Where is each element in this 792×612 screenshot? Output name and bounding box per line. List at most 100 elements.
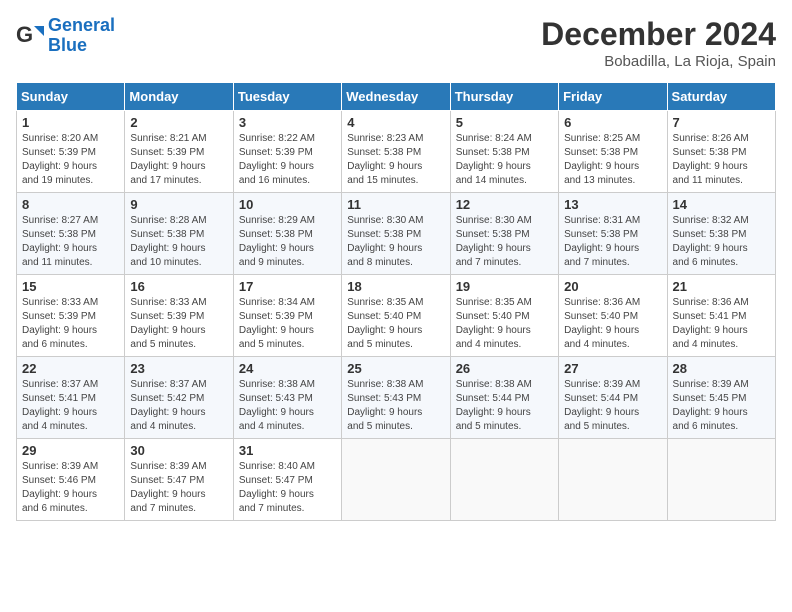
title-block: December 2024 Bobadilla, La Rioja, Spain xyxy=(541,16,776,70)
cell-content: Sunrise: 8:35 AMSunset: 5:40 PMDaylight:… xyxy=(456,296,553,352)
cell-content: Sunrise: 8:39 AMSunset: 5:44 PMDaylight:… xyxy=(564,378,661,434)
calendar-header-row: Sunday Monday Tuesday Wednesday Thursday… xyxy=(17,83,776,111)
table-row: 6 Sunrise: 8:25 AMSunset: 5:38 PMDayligh… xyxy=(559,111,667,193)
cell-content: Sunrise: 8:25 AMSunset: 5:38 PMDaylight:… xyxy=(564,132,661,188)
cell-content: Sunrise: 8:40 AMSunset: 5:47 PMDaylight:… xyxy=(239,460,336,516)
cell-content: Sunrise: 8:37 AMSunset: 5:41 PMDaylight:… xyxy=(22,378,119,434)
logo: G General Blue xyxy=(16,16,115,56)
table-row xyxy=(450,439,558,521)
cell-content: Sunrise: 8:20 AMSunset: 5:39 PMDaylight:… xyxy=(22,132,119,188)
day-number: 9 xyxy=(130,197,227,212)
day-number: 23 xyxy=(130,361,227,376)
day-number: 5 xyxy=(456,115,553,130)
logo-icon: G xyxy=(16,22,44,50)
day-number: 25 xyxy=(347,361,444,376)
table-row xyxy=(342,439,450,521)
cell-content: Sunrise: 8:24 AMSunset: 5:38 PMDaylight:… xyxy=(456,132,553,188)
cell-content: Sunrise: 8:34 AMSunset: 5:39 PMDaylight:… xyxy=(239,296,336,352)
cell-content: Sunrise: 8:23 AMSunset: 5:38 PMDaylight:… xyxy=(347,132,444,188)
day-number: 1 xyxy=(22,115,119,130)
table-row: 17 Sunrise: 8:34 AMSunset: 5:39 PMDaylig… xyxy=(233,275,341,357)
cell-content: Sunrise: 8:30 AMSunset: 5:38 PMDaylight:… xyxy=(456,214,553,270)
day-number: 28 xyxy=(673,361,770,376)
day-number: 27 xyxy=(564,361,661,376)
calendar-table: Sunday Monday Tuesday Wednesday Thursday… xyxy=(16,82,776,521)
cell-content: Sunrise: 8:33 AMSunset: 5:39 PMDaylight:… xyxy=(22,296,119,352)
table-row: 20 Sunrise: 8:36 AMSunset: 5:40 PMDaylig… xyxy=(559,275,667,357)
cell-content: Sunrise: 8:31 AMSunset: 5:38 PMDaylight:… xyxy=(564,214,661,270)
col-sunday: Sunday xyxy=(17,83,125,111)
cell-content: Sunrise: 8:27 AMSunset: 5:38 PMDaylight:… xyxy=(22,214,119,270)
cell-content: Sunrise: 8:38 AMSunset: 5:43 PMDaylight:… xyxy=(347,378,444,434)
day-number: 20 xyxy=(564,279,661,294)
table-row: 27 Sunrise: 8:39 AMSunset: 5:44 PMDaylig… xyxy=(559,357,667,439)
day-number: 16 xyxy=(130,279,227,294)
cell-content: Sunrise: 8:35 AMSunset: 5:40 PMDaylight:… xyxy=(347,296,444,352)
table-row: 19 Sunrise: 8:35 AMSunset: 5:40 PMDaylig… xyxy=(450,275,558,357)
table-row: 18 Sunrise: 8:35 AMSunset: 5:40 PMDaylig… xyxy=(342,275,450,357)
col-monday: Monday xyxy=(125,83,233,111)
calendar-week-row: 1 Sunrise: 8:20 AMSunset: 5:39 PMDayligh… xyxy=(17,111,776,193)
table-row: 25 Sunrise: 8:38 AMSunset: 5:43 PMDaylig… xyxy=(342,357,450,439)
cell-content: Sunrise: 8:38 AMSunset: 5:43 PMDaylight:… xyxy=(239,378,336,434)
logo-text-line1: General xyxy=(48,16,115,36)
day-number: 15 xyxy=(22,279,119,294)
table-row: 30 Sunrise: 8:39 AMSunset: 5:47 PMDaylig… xyxy=(125,439,233,521)
day-number: 18 xyxy=(347,279,444,294)
table-row: 5 Sunrise: 8:24 AMSunset: 5:38 PMDayligh… xyxy=(450,111,558,193)
cell-content: Sunrise: 8:26 AMSunset: 5:38 PMDaylight:… xyxy=(673,132,770,188)
calendar-week-row: 22 Sunrise: 8:37 AMSunset: 5:41 PMDaylig… xyxy=(17,357,776,439)
day-number: 19 xyxy=(456,279,553,294)
day-number: 10 xyxy=(239,197,336,212)
day-number: 13 xyxy=(564,197,661,212)
calendar-week-row: 15 Sunrise: 8:33 AMSunset: 5:39 PMDaylig… xyxy=(17,275,776,357)
table-row: 26 Sunrise: 8:38 AMSunset: 5:44 PMDaylig… xyxy=(450,357,558,439)
table-row: 1 Sunrise: 8:20 AMSunset: 5:39 PMDayligh… xyxy=(17,111,125,193)
day-number: 8 xyxy=(22,197,119,212)
day-number: 31 xyxy=(239,443,336,458)
cell-content: Sunrise: 8:32 AMSunset: 5:38 PMDaylight:… xyxy=(673,214,770,270)
table-row: 13 Sunrise: 8:31 AMSunset: 5:38 PMDaylig… xyxy=(559,193,667,275)
table-row: 2 Sunrise: 8:21 AMSunset: 5:39 PMDayligh… xyxy=(125,111,233,193)
location-subtitle: Bobadilla, La Rioja, Spain xyxy=(541,53,776,70)
calendar-week-row: 8 Sunrise: 8:27 AMSunset: 5:38 PMDayligh… xyxy=(17,193,776,275)
day-number: 14 xyxy=(673,197,770,212)
cell-content: Sunrise: 8:38 AMSunset: 5:44 PMDaylight:… xyxy=(456,378,553,434)
day-number: 2 xyxy=(130,115,227,130)
table-row xyxy=(559,439,667,521)
table-row: 9 Sunrise: 8:28 AMSunset: 5:38 PMDayligh… xyxy=(125,193,233,275)
col-wednesday: Wednesday xyxy=(342,83,450,111)
table-row: 7 Sunrise: 8:26 AMSunset: 5:38 PMDayligh… xyxy=(667,111,775,193)
table-row: 4 Sunrise: 8:23 AMSunset: 5:38 PMDayligh… xyxy=(342,111,450,193)
table-row: 24 Sunrise: 8:38 AMSunset: 5:43 PMDaylig… xyxy=(233,357,341,439)
day-number: 21 xyxy=(673,279,770,294)
cell-content: Sunrise: 8:39 AMSunset: 5:46 PMDaylight:… xyxy=(22,460,119,516)
svg-text:G: G xyxy=(16,22,33,47)
day-number: 7 xyxy=(673,115,770,130)
cell-content: Sunrise: 8:30 AMSunset: 5:38 PMDaylight:… xyxy=(347,214,444,270)
col-saturday: Saturday xyxy=(667,83,775,111)
day-number: 6 xyxy=(564,115,661,130)
table-row: 29 Sunrise: 8:39 AMSunset: 5:46 PMDaylig… xyxy=(17,439,125,521)
table-row: 22 Sunrise: 8:37 AMSunset: 5:41 PMDaylig… xyxy=(17,357,125,439)
cell-content: Sunrise: 8:21 AMSunset: 5:39 PMDaylight:… xyxy=(130,132,227,188)
month-title: December 2024 xyxy=(541,16,776,53)
page-header: G General Blue December 2024 Bobadilla, … xyxy=(16,16,776,70)
table-row: 3 Sunrise: 8:22 AMSunset: 5:39 PMDayligh… xyxy=(233,111,341,193)
logo-text-line2: Blue xyxy=(48,36,115,56)
cell-content: Sunrise: 8:36 AMSunset: 5:41 PMDaylight:… xyxy=(673,296,770,352)
table-row: 11 Sunrise: 8:30 AMSunset: 5:38 PMDaylig… xyxy=(342,193,450,275)
table-row: 10 Sunrise: 8:29 AMSunset: 5:38 PMDaylig… xyxy=(233,193,341,275)
day-number: 22 xyxy=(22,361,119,376)
col-friday: Friday xyxy=(559,83,667,111)
table-row: 12 Sunrise: 8:30 AMSunset: 5:38 PMDaylig… xyxy=(450,193,558,275)
cell-content: Sunrise: 8:29 AMSunset: 5:38 PMDaylight:… xyxy=(239,214,336,270)
cell-content: Sunrise: 8:33 AMSunset: 5:39 PMDaylight:… xyxy=(130,296,227,352)
col-thursday: Thursday xyxy=(450,83,558,111)
cell-content: Sunrise: 8:37 AMSunset: 5:42 PMDaylight:… xyxy=(130,378,227,434)
day-number: 26 xyxy=(456,361,553,376)
cell-content: Sunrise: 8:39 AMSunset: 5:47 PMDaylight:… xyxy=(130,460,227,516)
day-number: 11 xyxy=(347,197,444,212)
cell-content: Sunrise: 8:22 AMSunset: 5:39 PMDaylight:… xyxy=(239,132,336,188)
table-row: 28 Sunrise: 8:39 AMSunset: 5:45 PMDaylig… xyxy=(667,357,775,439)
